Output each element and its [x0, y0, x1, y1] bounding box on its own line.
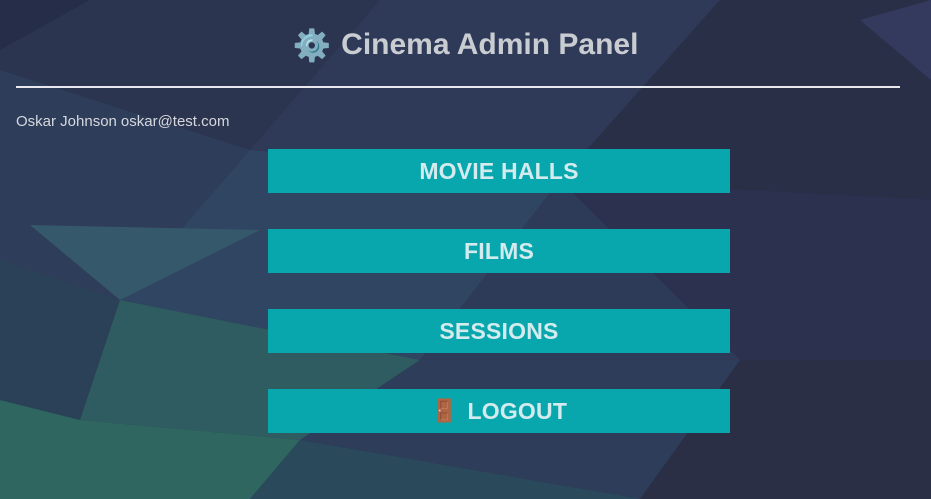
sessions-button[interactable]: SESSIONS [268, 309, 730, 353]
user-name: Oskar Johnson [16, 113, 117, 130]
page-title-text: Cinema Admin Panel [341, 28, 639, 61]
header-divider [16, 86, 900, 88]
gear-icon: ⚙️ [292, 27, 332, 63]
movie-halls-button[interactable]: MOVIE HALLS [268, 149, 730, 193]
films-button[interactable]: FILMS [268, 229, 730, 273]
films-label: FILMS [464, 237, 534, 264]
sessions-label: SESSIONS [439, 317, 559, 344]
logout-label: LOGOUT [467, 397, 568, 424]
user-info: Oskar Johnson oskar@test.com [16, 113, 229, 131]
page-title: ⚙️ Cinema Admin Panel [0, 22, 931, 68]
user-email: oskar@test.com [120, 113, 230, 130]
movie-halls-label: MOVIE HALLS [419, 157, 579, 184]
door-icon: 🚪 [430, 398, 459, 423]
logout-button[interactable]: 🚪 LOGOUT [268, 389, 730, 433]
